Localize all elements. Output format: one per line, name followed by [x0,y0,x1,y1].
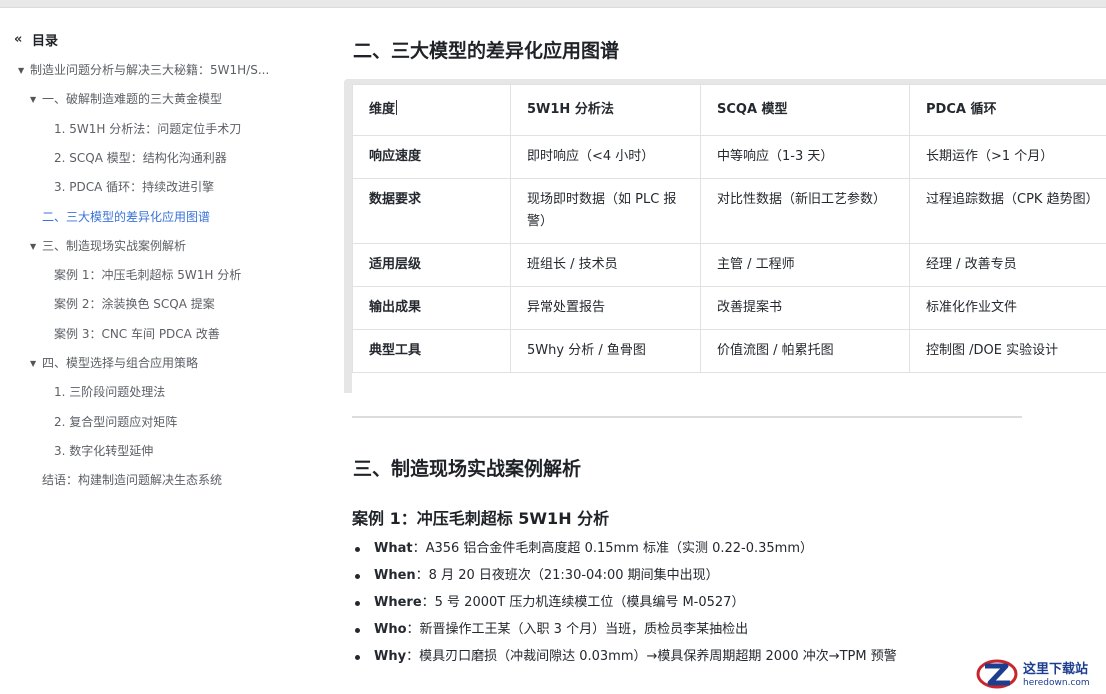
list-item-key: What [374,541,413,556]
list-item-key: Who [374,622,407,637]
list-item: Why：模具刃口磨损（冲裁间隙达 0.03mm）→模具保养周期超期 2000 冲… [355,646,914,690]
table-header-cell: 5W1H 分析法 [510,84,701,136]
caret-down-icon[interactable]: ▼ [30,238,42,256]
table-header-cell: PDCA 循环 [909,84,1106,136]
table-cell: 5Why 分析 / 鱼骨图 [510,329,701,373]
toc-item-label: 四、模型选择与组合应用策略 [42,356,199,370]
list-item-key: Why [374,649,407,664]
horizontal-divider [352,416,1022,418]
top-scrollbar-strip [0,0,1106,8]
toc-item[interactable]: 案例 1：冲压毛刺超标 5W1H 分析 [54,266,241,284]
table-cell: 价值流图 / 帕累托图 [700,329,910,373]
table-cell: 异常处置报告 [510,286,701,330]
toc-item-label: 2. SCQA 模型：结构化沟通利器 [54,150,227,165]
toc-item[interactable]: 2. SCQA 模型：结构化沟通利器 [54,149,227,167]
table-row-header: 数据要求 [352,178,511,244]
comparison-table-container: 维度 5W1H 分析法 SCQA 模型 PDCA 循环 响应速度 即时响应（<4… [344,79,1106,393]
caret-down-icon[interactable]: ▼ [30,355,42,373]
toc-header[interactable]: « 目录 [14,30,304,49]
list-item: Who：新晋操作工王某（入职 3 个月）当班，质检员李某抽检出 [355,619,914,646]
comparison-table: 维度 5W1H 分析法 SCQA 模型 PDCA 循环 响应速度 即时响应（<4… [352,84,1106,373]
toc-item-label: 3. PDCA 循环：持续改进引擎 [54,180,215,195]
toc-item-label: 二、三大模型的差异化应用图谱 [42,209,211,224]
table-row: 输出成果 异常处置报告 改善提案书 标准化作业文件 [352,286,1106,330]
table-row-header: 响应速度 [352,135,511,179]
table-row: 典型工具 5Why 分析 / 鱼骨图 价值流图 / 帕累托图 控制图 /DOE … [352,329,1106,373]
toc-item[interactable]: ▼ 三、制造现场实战案例解析 [30,237,186,255]
toc-item[interactable]: 3. PDCA 循环：持续改进引擎 [54,178,214,196]
toc-item-label: 结语：构建制造问题解决生态系统 [42,473,223,488]
main-content: 二、三大模型的差异化应用图谱 维度 5W1H 分析法 SCQA 模型 PDCA … [344,8,1106,694]
table-header-row: 维度 5W1H 分析法 SCQA 模型 PDCA 循环 [352,84,1106,136]
table-row-header: 输出成果 [352,286,511,330]
section3-title: 三、制造现场实战案例解析 [353,458,582,480]
table-of-contents: « 目录 ▼ 制造业问题分析与解决三大秘籍：5W1H/S... ▼ 一、破解制造难题的… [14,30,304,488]
table-cell: 经理 / 改善专员 [909,243,1106,287]
list-item-text: ：8 月 20 日夜班次（21:30-04:00 期间集中出现） [415,568,719,583]
list-item: When：8 月 20 日夜班次（21:30-04:00 期间集中出现） [355,565,914,592]
text-cursor [396,100,398,115]
toc-item[interactable]: 3. 数字化转型延伸 [54,442,153,460]
table-cell: 班组长 / 技术员 [510,243,701,287]
toc-item[interactable]: 案例 2：涂装换色 SCQA 提案 [54,295,215,313]
heredown-logo-icon [976,659,1018,689]
table-cell: 现场即时数据（如 PLC 报警） [510,178,701,244]
table-row: 响应速度 即时响应（<4 小时） 中等响应（1-3 天） 长期运作（>1 个月） [352,135,1106,179]
toc-item[interactable]: ▼ 四、模型选择与组合应用策略 [30,354,198,372]
toc-item-label: 三、制造现场实战案例解析 [42,238,187,253]
list-item-text: ：模具刃口磨损（冲裁间隙达 0.03mm）→模具保养周期超期 2000 冲次→T… [406,649,897,664]
toc-item[interactable]: 2. 复合型问题应对矩阵 [54,413,177,431]
table-row-header: 适用层级 [352,243,511,287]
table-cell: 对比性数据（新旧工艺参数） [700,178,910,244]
toc-item-label: 1. 5W1H 分析法：问题定位手术刀 [54,121,242,136]
case1-title: 案例 1：冲压毛刺超标 5W1H 分析 [352,509,610,528]
toc-item-label: 案例 1：冲压毛刺超标 5W1H 分析 [54,268,242,283]
list-item-text: ：A356 铝合金件毛刺高度超 0.15mm 标准（实测 0.22-0.35mm… [412,541,814,556]
case1-bullet-list: What：A356 铝合金件毛刺高度超 0.15mm 标准（实测 0.22-0.… [355,538,914,690]
toc-item[interactable]: ▼ 制造业问题分析与解决三大秘籍：5W1H/S... [18,61,269,79]
toc-header-label: 目录 [32,33,59,49]
toc-item-label: 1. 三阶段问题处理法 [54,385,166,400]
caret-down-icon[interactable]: ▼ [30,91,42,109]
toc-item-label: 3. 数字化转型延伸 [54,443,154,458]
toc-item-label: 案例 2：涂装换色 SCQA 提案 [54,297,215,312]
toc-item-label: 一、破解制造难题的三大黄金模型 [42,92,223,107]
table-cell: 中等响应（1-3 天） [700,135,910,179]
toc-item-label: 案例 3：CNC 车间 PDCA 改善 [54,326,220,341]
table-header-cell: 维度 [352,84,511,136]
watermark-line1: 这里下载站 [1023,662,1089,677]
table-row-header: 典型工具 [352,329,511,373]
double-chevron-left-icon[interactable]: « [14,32,28,47]
table-cell: 即时响应（<4 小时） [510,135,701,179]
toc-item[interactable]: 案例 3：CNC 车间 PDCA 改善 [54,325,220,343]
toc-item[interactable]: 1. 5W1H 分析法：问题定位手术刀 [54,120,241,138]
toc-item[interactable]: 结语：构建制造问题解决生态系统 [42,471,222,489]
table-cell: 标准化作业文件 [909,286,1106,330]
table-cell: 改善提案书 [700,286,910,330]
toc-item[interactable]: ▼ 一、破解制造难题的三大黄金模型 [30,90,222,108]
watermark-logo: 这里下载站 heredown.com [973,656,1106,694]
table-cell: 过程追踪数据（CPK 趋势图） [909,178,1106,244]
table-cell: 长期运作（>1 个月） [909,135,1106,179]
document-panel: « 目录 ▼ 制造业问题分析与解决三大秘籍：5W1H/S... ▼ 一、破解制造难题的… [0,8,1106,694]
watermark-line2: heredown.com [1023,678,1090,688]
caret-down-icon[interactable]: ▼ [18,62,30,80]
section2-title: 二、三大模型的差异化应用图谱 [353,40,620,62]
toc-item-label: 制造业问题分析与解决三大秘籍：5W1H/S... [30,63,270,77]
table-header-cell: SCQA 模型 [700,84,910,136]
table-row: 数据要求 现场即时数据（如 PLC 报警） 对比性数据（新旧工艺参数） 过程追踪… [352,178,1106,244]
toc-item[interactable]: 二、三大模型的差异化应用图谱 [42,208,210,226]
list-item: What：A356 铝合金件毛刺高度超 0.15mm 标准（实测 0.22-0.… [355,538,914,565]
list-item: Where：5 号 2000T 压力机连续模工位（模具编号 M-0527） [355,592,914,619]
table-cell: 主管 / 工程师 [700,243,910,287]
table-row: 适用层级 班组长 / 技术员 主管 / 工程师 经理 / 改善专员 [352,243,1106,287]
table-cell: 控制图 /DOE 实验设计 [909,329,1106,373]
list-item-key: When [374,568,416,583]
list-item-key: Where [374,595,422,610]
list-item-text: ：5 号 2000T 压力机连续模工位（模具编号 M-0527） [421,595,745,610]
list-item-text: ：新晋操作工王某（入职 3 个月）当班，质检员李某抽检出 [406,622,749,637]
toc-item[interactable]: 1. 三阶段问题处理法 [54,383,165,401]
toc-item-label: 2. 复合型问题应对矩阵 [54,414,178,429]
